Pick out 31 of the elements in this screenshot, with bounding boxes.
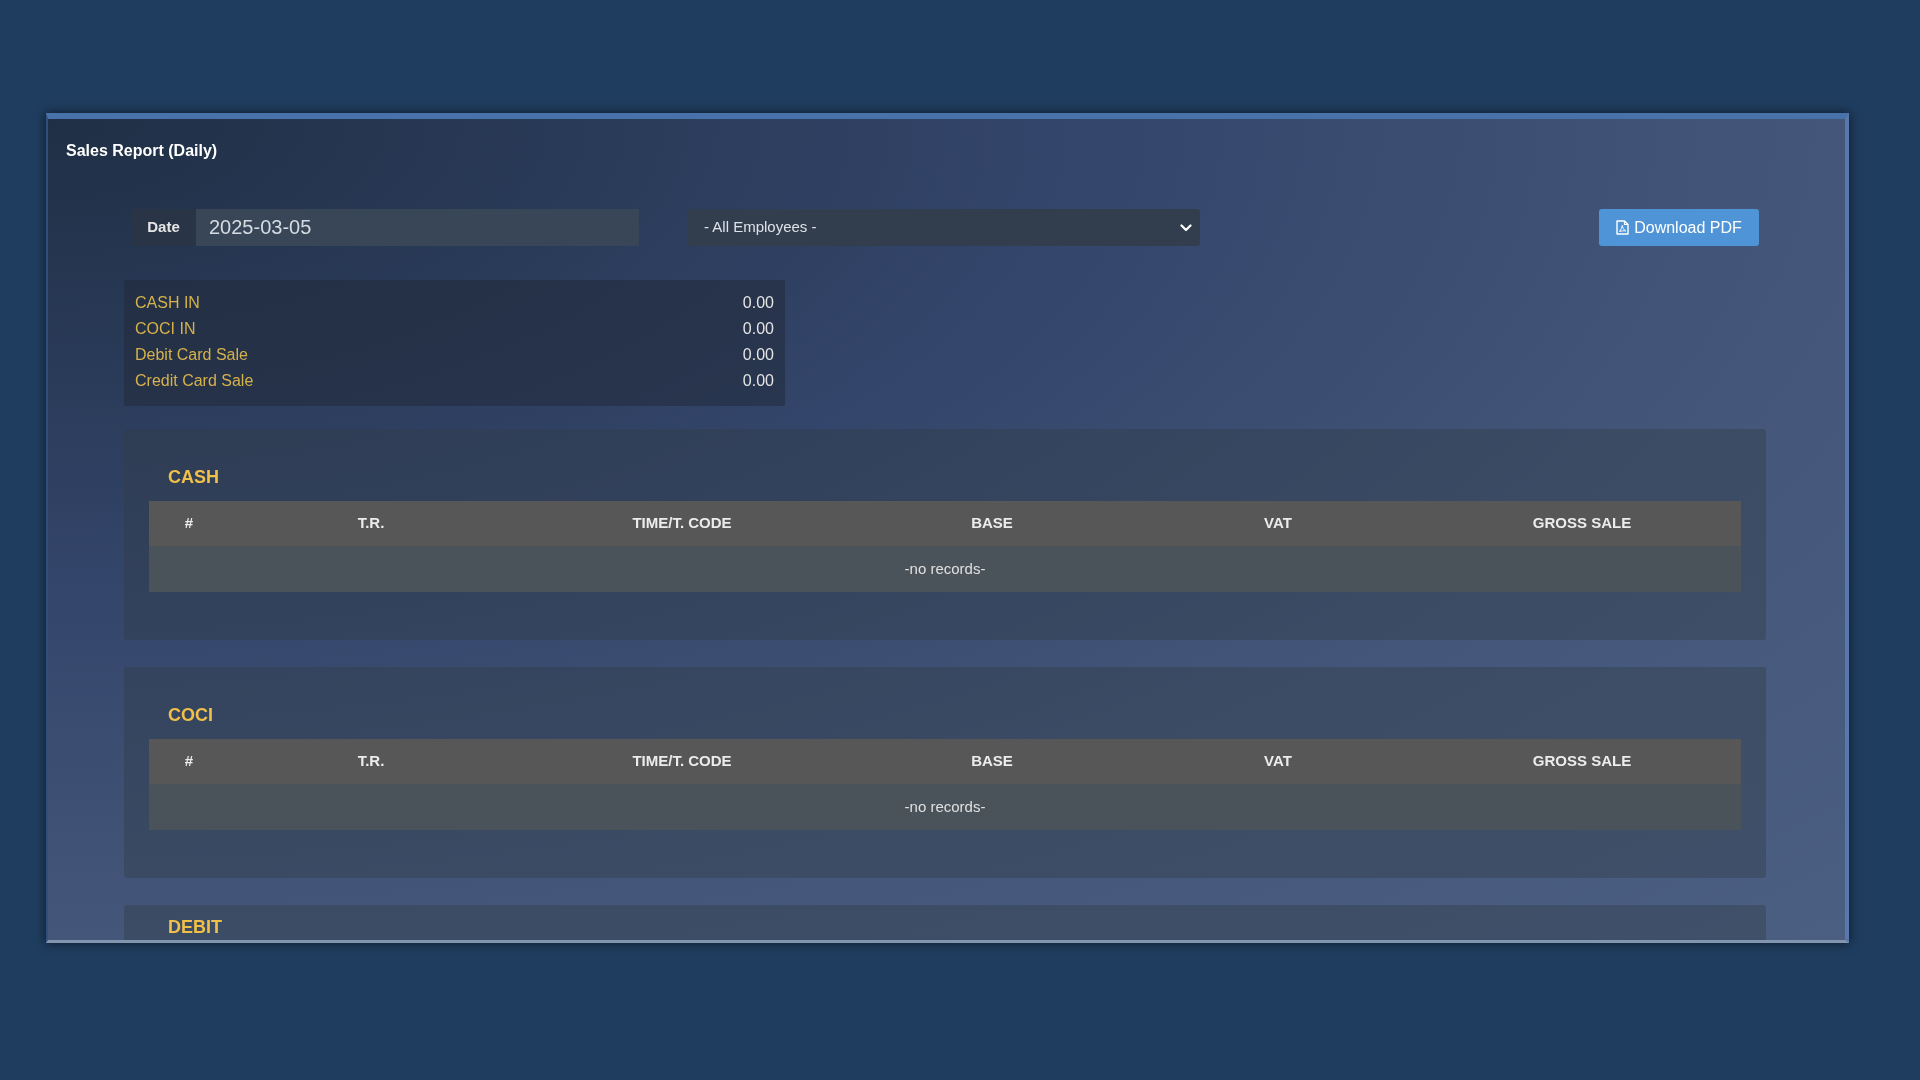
section-title: DEBIT — [168, 916, 222, 939]
date-field[interactable]: 2025-03-05 — [196, 209, 639, 246]
column-header: VAT — [1263, 751, 1293, 772]
total-value: 0.00 — [742, 319, 774, 339]
document-icon — [1616, 220, 1630, 235]
column-header: T.R. — [356, 513, 386, 534]
column-header: T.R. — [356, 751, 386, 772]
column-header: # — [183, 751, 195, 772]
chevron-down-icon — [1180, 223, 1192, 232]
column-header: # — [183, 513, 195, 534]
total-label: CASH IN — [135, 293, 200, 313]
column-header: BASE — [970, 513, 1014, 534]
total-value: 0.00 — [742, 371, 774, 391]
total-label: Debit Card Sale — [135, 345, 248, 365]
column-header: TIME/T. CODE — [631, 751, 733, 772]
empty-table-cell: -no records- — [149, 546, 1741, 592]
column-header: VAT — [1263, 513, 1293, 534]
page-title: Sales Report (Daily) — [66, 141, 218, 161]
date-label: Date — [131, 209, 196, 246]
column-header: TIME/T. CODE — [631, 513, 733, 534]
total-value: 0.00 — [742, 293, 774, 313]
column-header: BASE — [970, 751, 1014, 772]
total-label: COCI IN — [135, 319, 196, 339]
section-title: COCI — [168, 704, 213, 727]
column-header: GROSS SALE — [1531, 751, 1633, 772]
total-value: 0.00 — [742, 345, 774, 365]
section-title: CASH — [168, 466, 219, 489]
column-header: GROSS SALE — [1531, 513, 1633, 534]
total-label: Credit Card Sale — [135, 371, 254, 391]
empty-table-cell: -no records- — [149, 784, 1741, 830]
employee-select[interactable]: - All Employees - — [688, 209, 1200, 246]
